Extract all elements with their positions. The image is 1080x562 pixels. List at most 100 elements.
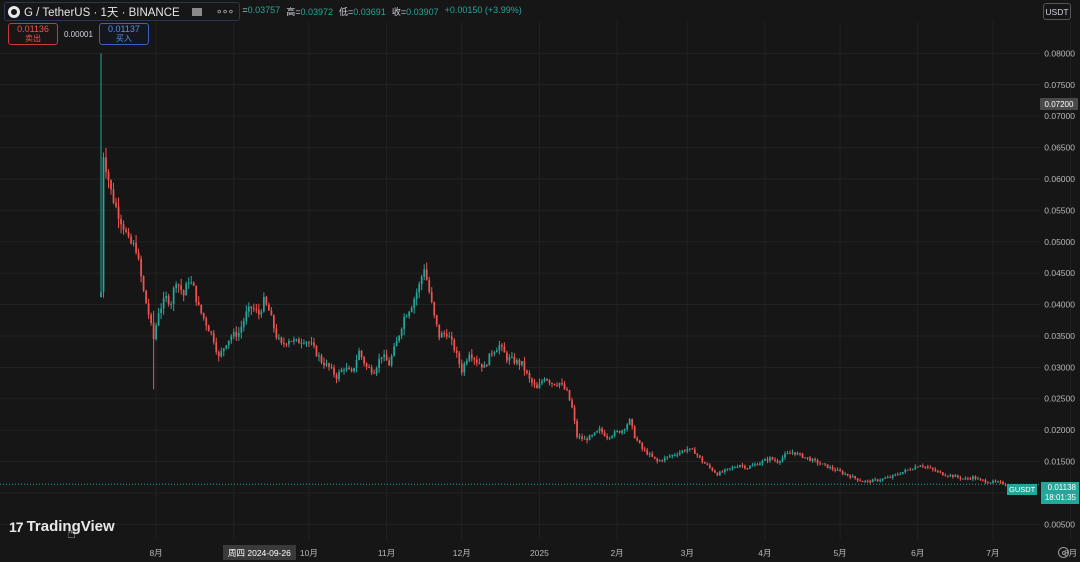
time-tick-label: 3月	[681, 548, 694, 558]
candle-body	[265, 297, 268, 305]
candle-body	[398, 335, 401, 341]
candle-body	[769, 457, 771, 461]
candle-body	[220, 351, 223, 357]
candle-body	[415, 292, 418, 300]
more-icon[interactable]: ∘∘∘	[216, 5, 235, 18]
candle-body	[666, 456, 669, 458]
candle-body	[541, 381, 543, 384]
candle-body	[871, 479, 874, 483]
candle-body	[523, 361, 526, 371]
candle-body	[531, 378, 533, 383]
candle-body	[370, 367, 373, 373]
time-tick-label: 6月	[911, 548, 924, 558]
candle-body	[651, 453, 654, 457]
candle-body	[668, 456, 671, 458]
candle-body	[646, 450, 649, 455]
candle-body	[205, 318, 208, 326]
crosshair-price-label: 0.07200	[1040, 98, 1078, 110]
candle-body	[596, 430, 598, 433]
ohlc-key: 低=	[339, 7, 354, 17]
candle-body	[518, 360, 521, 365]
candle-body	[117, 206, 120, 219]
candle-body	[889, 477, 892, 479]
candle-body	[896, 474, 899, 476]
sell-button[interactable]: 0.01136 卖出	[8, 23, 58, 45]
candle-body	[385, 354, 388, 361]
time-tick-label: 10月	[300, 548, 318, 558]
price-tick-label: 0.00500	[1044, 519, 1075, 529]
candle-body	[433, 302, 436, 316]
candle-body	[373, 372, 375, 374]
last-price-symbol: GUSDT	[1007, 484, 1038, 495]
candle-body	[255, 309, 258, 311]
candle-body	[984, 480, 987, 483]
candle-body	[864, 480, 867, 482]
candle-body	[586, 438, 588, 441]
buy-button[interactable]: 0.01137 买入	[98, 23, 149, 45]
candle-body	[573, 407, 576, 421]
spread-value: 0.00001	[64, 29, 93, 39]
candle-body	[623, 429, 626, 431]
candle-body	[125, 229, 127, 232]
tradingview-logo[interactable]: 17 TradingView	[9, 518, 115, 535]
candle-body	[826, 464, 829, 468]
candle-body	[834, 469, 836, 471]
symbol-selector[interactable]: G / TetherUS · 1天 · BINANCE ∘∘∘	[4, 2, 241, 21]
price-tick-label: 0.06000	[1044, 174, 1075, 184]
settings-gear-icon[interactable]	[1058, 547, 1069, 558]
candle-body	[250, 306, 253, 309]
buy-price: 0.01137	[107, 24, 140, 34]
candle-body	[558, 382, 561, 386]
candle-body	[488, 353, 491, 366]
candle-body	[423, 269, 426, 277]
candle-body	[465, 360, 468, 364]
candle-body	[894, 474, 897, 476]
candle-body	[992, 480, 994, 483]
candle-body	[581, 436, 583, 439]
candle-body	[395, 340, 398, 347]
candle-body	[683, 450, 686, 452]
candle-body	[739, 465, 741, 467]
candle-body	[698, 455, 701, 458]
candle-body	[736, 466, 739, 468]
candle-body	[460, 363, 463, 373]
candle-body	[941, 472, 944, 476]
candle-body	[591, 435, 593, 437]
candle-body	[470, 354, 473, 359]
candle-body	[102, 157, 105, 293]
candle-body	[323, 362, 325, 366]
candle-body	[616, 431, 619, 433]
tradingview-logo-icon: 17	[9, 518, 24, 535]
candle-body	[365, 363, 368, 367]
candle-body	[147, 303, 150, 315]
symbol-title: G / TetherUS · 1天 · BINANCE	[24, 6, 180, 19]
market-status-icon[interactable]	[191, 7, 202, 16]
price-chart[interactable]: 0.08000 0.07500 0.07000 0.06500 0.06000 0.055…	[0, 0, 1080, 562]
price-tick-label: 0.07500	[1044, 80, 1075, 90]
candle-body	[744, 465, 746, 469]
ohlc-value: 0.03907	[406, 7, 439, 17]
candle-body	[493, 352, 496, 354]
candle-body	[754, 464, 756, 466]
time-tick-label: 2025	[530, 548, 549, 558]
candle-body	[230, 336, 233, 341]
candle-body	[225, 345, 228, 349]
candle-body	[566, 389, 568, 391]
candle-body	[994, 480, 997, 482]
currency-button[interactable]: USDT	[1043, 3, 1071, 20]
candle-body	[721, 471, 724, 473]
candle-body	[886, 477, 889, 479]
candle-body	[631, 418, 634, 427]
candle-body	[490, 353, 493, 355]
ohlc-value: 0.03691	[353, 7, 386, 17]
candle-body	[310, 342, 313, 344]
ohlc-value: 0.03972	[300, 7, 334, 17]
candle-body	[841, 471, 844, 475]
price-tick-label: 0.06500	[1044, 143, 1075, 153]
candle-body	[182, 290, 185, 296]
candle-body	[167, 296, 170, 305]
candle-body	[425, 269, 428, 280]
candle-body	[100, 292, 102, 298]
candle-body	[831, 466, 834, 470]
candle-body	[262, 297, 265, 312]
